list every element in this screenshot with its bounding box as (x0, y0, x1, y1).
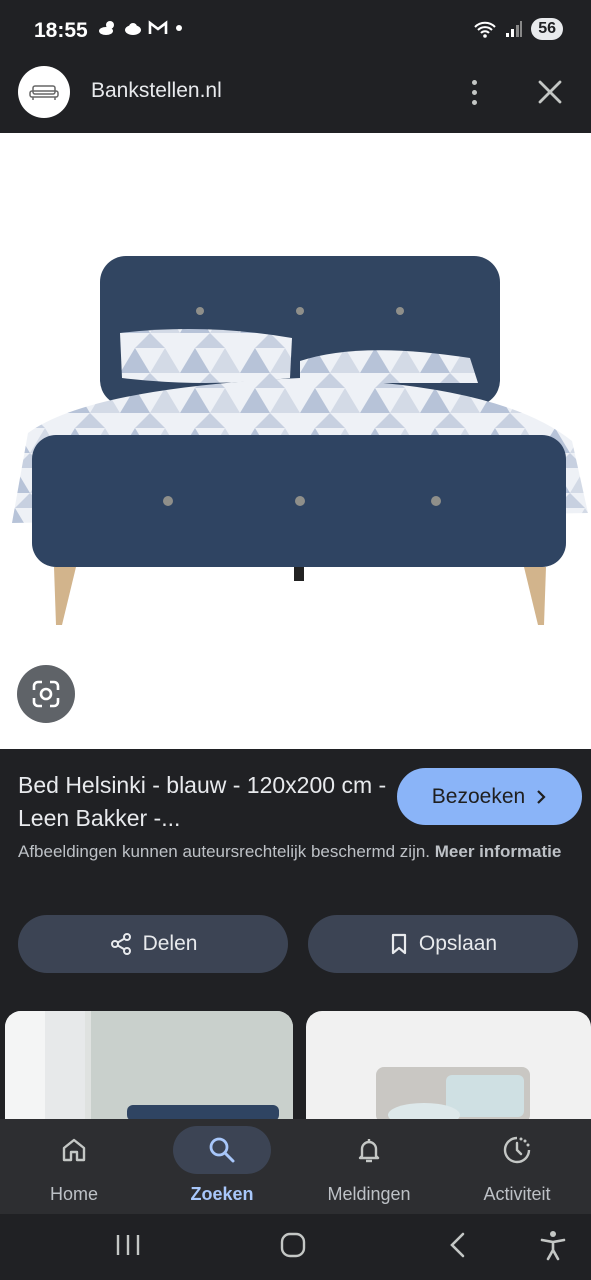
search-icon (209, 1137, 235, 1163)
lens-result-header: Bankstellen.nl (0, 60, 591, 133)
recent-apps-icon[interactable] (114, 1232, 142, 1258)
bell-icon (358, 1139, 380, 1163)
wifi-icon (474, 21, 496, 38)
save-label: Opslaan (418, 932, 498, 955)
lens-icon (32, 680, 60, 708)
nav-home-label: Home (49, 1184, 98, 1204)
related-result-thumbnail[interactable] (306, 1011, 591, 1121)
status-right: 56 (473, 18, 563, 40)
thumbnail-image (376, 1067, 530, 1121)
home-button-icon[interactable] (279, 1231, 307, 1259)
more-info-link[interactable]: Meer informatie (435, 842, 562, 861)
notification-icons (98, 20, 184, 36)
accessibility-icon[interactable] (538, 1229, 568, 1261)
copyright-text: Afbeeldingen kunnen auteursrechtelijk be… (18, 842, 431, 861)
visit-label: Bezoeken (431, 784, 526, 808)
status-bar: 18:55 56 (0, 0, 591, 60)
close-icon[interactable] (534, 76, 566, 108)
nav-home[interactable]: Home (0, 1119, 148, 1214)
status-time: 18:55 (34, 19, 88, 42)
activity-icon (503, 1136, 531, 1164)
copyright-notice: Afbeeldingen kunnen auteursrechtelijk be… (18, 839, 568, 865)
cloud-icon (125, 23, 141, 35)
sofa-icon (29, 85, 59, 100)
system-navigation-bar (0, 1214, 591, 1280)
battery-indicator: 56 (531, 18, 563, 40)
nav-search-label: Zoeken (190, 1184, 254, 1204)
home-icon (62, 1138, 86, 1162)
result-image[interactable] (0, 133, 591, 749)
site-name[interactable]: Bankstellen.nl (91, 79, 222, 103)
result-info: Bed Helsinki - blauw - 120x200 cm - Leen… (0, 749, 591, 1121)
nav-notifications[interactable]: Meldingen (295, 1119, 443, 1214)
more-options-button[interactable] (460, 76, 488, 108)
dot-icon (176, 25, 182, 31)
share-icon (110, 933, 131, 955)
nav-notifications-label: Meldingen (327, 1184, 411, 1204)
nav-search[interactable]: Zoeken (148, 1119, 296, 1214)
back-icon[interactable] (446, 1231, 470, 1259)
bookmark-icon (391, 933, 406, 955)
bed-image (12, 256, 588, 625)
related-result-thumbnail[interactable] (5, 1011, 293, 1121)
site-logo[interactable] (18, 66, 70, 118)
save-button[interactable]: Opslaan (308, 915, 578, 973)
share-label: Delen (142, 932, 198, 955)
nav-activity[interactable]: Activiteit (443, 1119, 591, 1214)
result-title[interactable]: Bed Helsinki - blauw - 120x200 cm - Leen… (18, 769, 388, 835)
lens-search-button[interactable] (17, 665, 75, 723)
bottom-navigation: Home Zoeken Meldingen Activiteit (0, 1119, 591, 1214)
weather-icon (99, 21, 114, 35)
signal-icon (506, 21, 523, 37)
thumbnail-image (5, 1011, 293, 1121)
visit-button[interactable]: Bezoeken (397, 768, 582, 825)
share-button[interactable]: Delen (18, 915, 288, 973)
nav-activity-label: Activiteit (483, 1184, 551, 1204)
chevron-right-icon (537, 789, 546, 804)
more-vert-icon (471, 79, 477, 85)
gmail-icon (148, 20, 168, 34)
